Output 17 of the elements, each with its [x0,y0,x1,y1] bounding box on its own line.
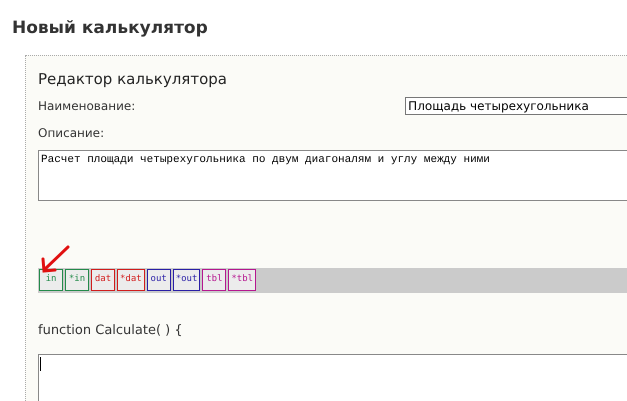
arrow-drawing [40,245,70,274]
tag-button[interactable]: *dat [117,269,145,292]
tag-button[interactable]: *tbl [228,269,256,292]
editor-title: Редактор калькулятора [38,69,228,90]
description-label: Описание: [38,124,106,142]
tag-button[interactable]: in [39,269,63,292]
tag-button[interactable]: tbl [202,269,226,292]
tag-button[interactable]: *in [65,269,89,292]
tag-button[interactable]: out [146,269,171,292]
tag-button[interactable]: dat [91,269,115,292]
code-field[interactable] [38,354,627,401]
name-label: Наименование: [38,98,136,115]
page-title: Новый калькулятор [12,17,208,40]
tag-button[interactable]: *out [172,269,200,292]
name-field[interactable]: Площадь четырехугольника [405,96,627,115]
description-field[interactable]: Расчет площади четырехугольника по двум диагоналям и углу между ними [38,150,627,202]
function-header: function Calculate( ) { [38,322,184,340]
